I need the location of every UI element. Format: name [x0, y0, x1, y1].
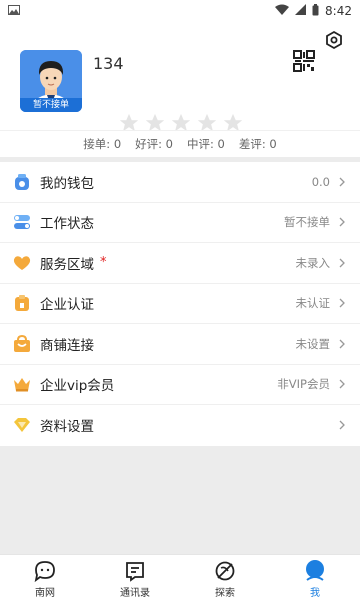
required-marker: *	[100, 255, 107, 271]
menu-value: 0.0	[311, 174, 330, 189]
settings-menu: 我的钱包 0.0 工作状态 暂不接单 服务区域 * 未录入 企业认证 未认证 商…	[0, 162, 360, 446]
chevron-right-icon	[339, 217, 345, 227]
qrcode-icon[interactable]	[293, 50, 315, 72]
crown-icon	[14, 378, 30, 392]
order-stats: 接单: 0 好评: 0 中评: 0 差评: 0	[0, 130, 360, 157]
tab-contacts[interactable]: 通讯录	[90, 555, 180, 600]
chevron-right-icon	[339, 298, 345, 308]
stat-label: 差评:	[238, 137, 270, 151]
battery-icon	[312, 3, 319, 19]
tab-label: 通讯录	[120, 588, 150, 599]
heart-icon	[13, 256, 31, 270]
menu-label: 资料设置	[40, 419, 94, 436]
menu-item-work-status[interactable]: 工作状态 暂不接单	[0, 203, 360, 243]
menu-label: 企业vip会员	[40, 378, 115, 395]
menu-label: 商铺连接	[40, 337, 94, 354]
image-icon	[8, 4, 20, 18]
shop-icon	[14, 334, 30, 352]
menu-label: 企业认证	[40, 297, 94, 314]
stat-neutral-reviews: 中评: 0	[187, 136, 225, 152]
profile-icon	[306, 560, 324, 581]
stat-orders: 接单: 0	[83, 136, 121, 152]
username: 134	[93, 54, 124, 73]
enterprise-icon	[15, 295, 29, 312]
chevron-right-icon	[339, 339, 345, 349]
menu-value: 暂不接单	[284, 215, 330, 230]
status-time: 8:42	[325, 4, 352, 18]
contacts-icon	[126, 562, 144, 582]
tab-label: 南网	[35, 588, 55, 599]
stat-label: 接单:	[83, 137, 114, 151]
chat-icon	[34, 561, 55, 583]
menu-value: 非VIP会员	[277, 377, 330, 392]
menu-item-wallet[interactable]: 我的钱包 0.0	[0, 162, 360, 203]
stat-value: 0	[269, 137, 277, 151]
stat-bad-reviews: 差评: 0	[239, 136, 277, 152]
menu-label: 我的钱包	[40, 175, 94, 192]
stat-value: 0	[165, 137, 173, 151]
menu-item-service-area[interactable]: 服务区域 * 未录入	[0, 243, 360, 284]
menu-value: 未设置	[295, 336, 331, 351]
menu-value: 未认证	[295, 296, 331, 311]
toggle-icon	[14, 215, 30, 230]
chevron-right-icon	[339, 420, 345, 430]
stat-label: 中评:	[187, 137, 218, 151]
status-bar: 8:42	[0, 0, 360, 22]
menu-label: 工作状态	[40, 216, 94, 233]
tab-nanwang[interactable]: 南网	[0, 555, 90, 600]
menu-item-vip[interactable]: 企业vip会员 非VIP会员	[0, 365, 360, 405]
signal-icon	[295, 4, 307, 18]
tab-label: 探索	[215, 588, 235, 599]
menu-item-enterprise-cert[interactable]: 企业认证 未认证	[0, 284, 360, 324]
menu-value: 未录入	[295, 255, 331, 270]
wallet-icon	[15, 173, 29, 190]
chevron-right-icon	[339, 379, 345, 389]
avatar[interactable]: 暂不接单	[20, 50, 82, 112]
settings-icon[interactable]	[324, 30, 344, 50]
stat-value: 0	[113, 137, 122, 151]
tab-label: 我	[310, 588, 320, 599]
explore-icon	[215, 561, 235, 581]
wifi-icon	[275, 4, 290, 18]
menu-item-shop-link[interactable]: 商铺连接 未设置	[0, 324, 360, 365]
stat-label: 好评:	[135, 137, 166, 151]
stat-value: 0	[217, 137, 225, 151]
diamond-icon	[14, 418, 30, 433]
chevron-right-icon	[339, 258, 345, 268]
work-status-badge: 暂不接单	[20, 98, 82, 112]
bottom-tab-bar: 南网 通讯录 探索 我	[0, 554, 360, 600]
stat-good-reviews: 好评: 0	[135, 136, 173, 152]
tab-explore[interactable]: 探索	[180, 555, 270, 600]
menu-label: 服务区域	[40, 256, 94, 273]
chevron-right-icon	[339, 177, 345, 187]
menu-item-profile-settings[interactable]: 资料设置	[0, 405, 360, 446]
tab-me[interactable]: 我	[270, 555, 360, 600]
